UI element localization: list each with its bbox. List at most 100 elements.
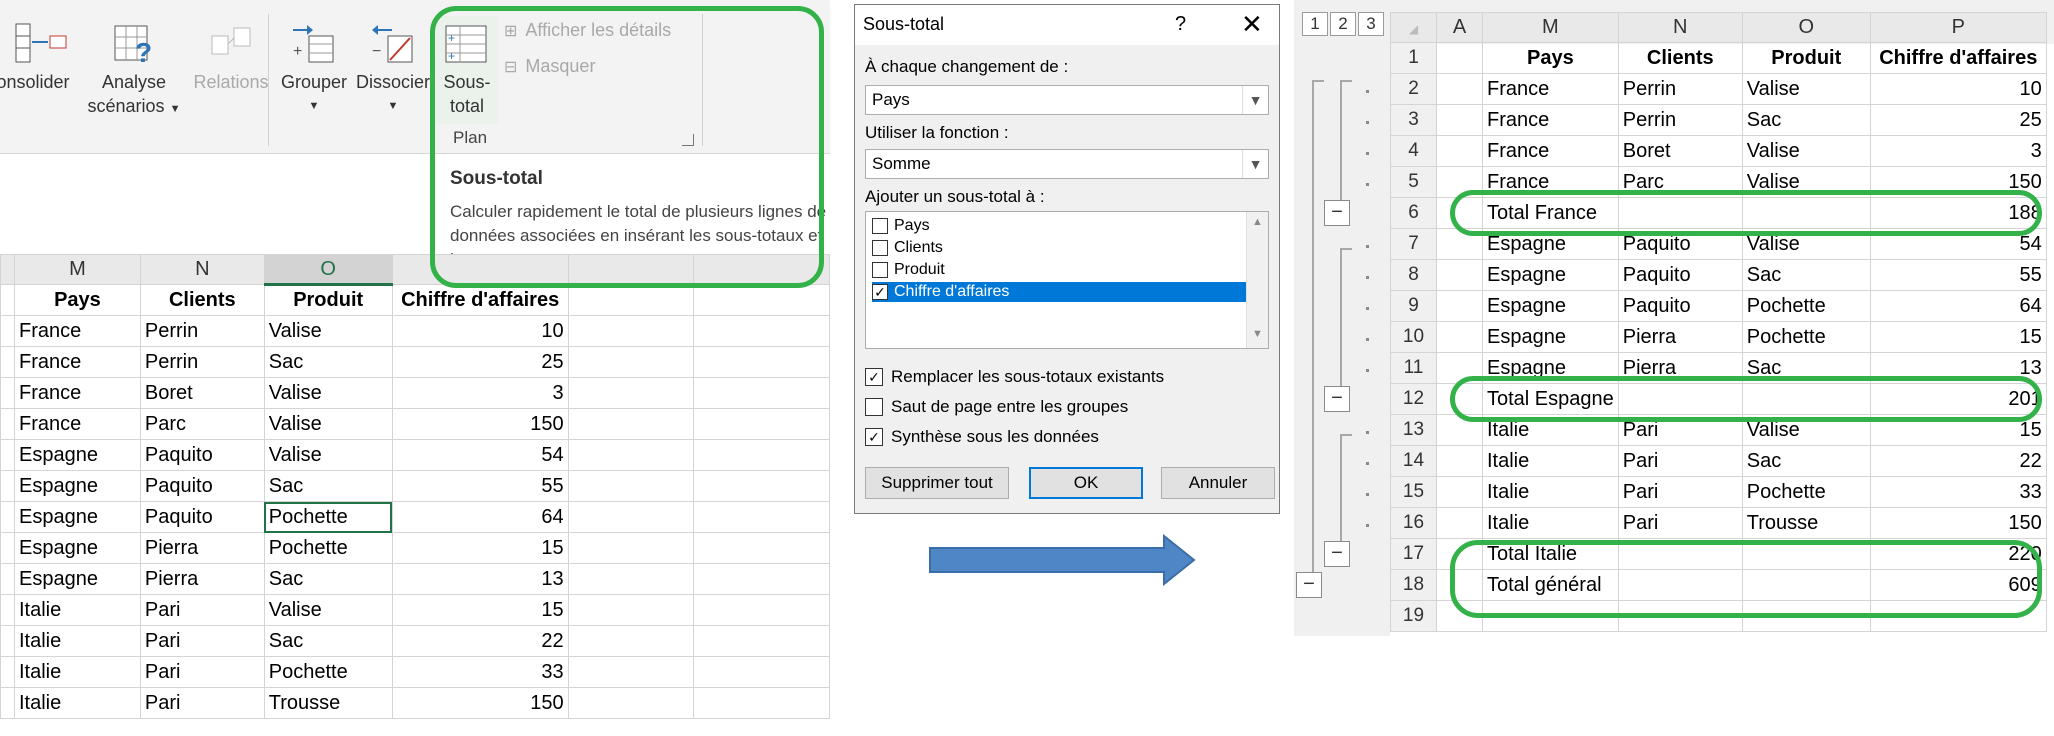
chevron-down-icon[interactable]: ▼ bbox=[1242, 150, 1268, 178]
cell[interactable] bbox=[693, 687, 830, 719]
cell[interactable] bbox=[1436, 321, 1483, 353]
cell[interactable] bbox=[693, 346, 830, 378]
cell[interactable]: 55 bbox=[1869, 259, 2047, 291]
cell[interactable]: Pierra bbox=[1617, 321, 1743, 353]
cell[interactable]: Paquito bbox=[1617, 290, 1743, 322]
cell[interactable] bbox=[567, 656, 695, 688]
column-header[interactable] bbox=[0, 254, 15, 285]
cell[interactable] bbox=[567, 284, 695, 316]
checkbox[interactable] bbox=[865, 398, 883, 416]
cell[interactable]: Perrin bbox=[139, 346, 265, 378]
list-scrollbar[interactable]: ▲ ▼ bbox=[1246, 212, 1268, 348]
column-header-n[interactable]: N bbox=[139, 254, 265, 285]
column-header-m[interactable]: M bbox=[1482, 12, 1619, 43]
header-cell[interactable]: Pays bbox=[13, 284, 141, 316]
page-break-option[interactable]: Saut de page entre les groupes bbox=[865, 397, 1128, 417]
cell[interactable]: 15 bbox=[391, 532, 569, 564]
cell[interactable] bbox=[1436, 73, 1483, 105]
ok-button[interactable]: OK bbox=[1029, 467, 1143, 499]
cell[interactable]: Espagne bbox=[1482, 321, 1619, 353]
cell[interactable]: France bbox=[1482, 73, 1619, 105]
replace-subtotals-option[interactable]: ✓ Remplacer les sous-totaux existants bbox=[865, 367, 1164, 387]
summary-below-option[interactable]: ✓ Synthèse sous les données bbox=[865, 427, 1099, 447]
cell[interactable]: Pari bbox=[139, 625, 265, 657]
row-header[interactable]: 9 bbox=[1390, 290, 1437, 322]
dissocier-button[interactable]: − Dissocier ▼ bbox=[352, 22, 434, 118]
list-item[interactable]: Clients bbox=[872, 238, 943, 258]
column-header-p[interactable]: P bbox=[1869, 12, 2047, 43]
checkbox[interactable] bbox=[872, 262, 888, 278]
header-cell[interactable]: Produit bbox=[263, 284, 393, 316]
cell[interactable]: 22 bbox=[391, 625, 569, 657]
cell[interactable]: 22 bbox=[1869, 445, 2047, 477]
cell[interactable]: Italie bbox=[13, 656, 141, 688]
cell[interactable]: Sac bbox=[263, 563, 393, 595]
cell[interactable] bbox=[693, 625, 830, 657]
cell[interactable] bbox=[0, 501, 15, 533]
outline-level-1-button[interactable]: 1 bbox=[1302, 12, 1328, 36]
checkbox-checked[interactable]: ✓ bbox=[865, 368, 883, 386]
cell[interactable] bbox=[1436, 507, 1483, 539]
row-header[interactable]: 19 bbox=[1390, 600, 1437, 632]
cell[interactable]: 25 bbox=[391, 346, 569, 378]
cell[interactable] bbox=[693, 439, 830, 471]
list-item[interactable]: Produit bbox=[872, 260, 945, 280]
cell[interactable]: Paquito bbox=[139, 501, 265, 533]
cell[interactable] bbox=[567, 563, 695, 595]
collapse-espagne-button[interactable]: − bbox=[1324, 386, 1350, 412]
cell[interactable]: Paquito bbox=[139, 439, 265, 471]
cell[interactable] bbox=[1436, 445, 1483, 477]
cell[interactable] bbox=[567, 346, 695, 378]
cell[interactable] bbox=[693, 594, 830, 626]
cell[interactable]: Valise bbox=[1741, 135, 1871, 167]
column-header-a[interactable]: A bbox=[1436, 12, 1483, 43]
cell[interactable] bbox=[0, 470, 15, 502]
cell[interactable] bbox=[693, 408, 830, 440]
cell[interactable]: Perrin bbox=[1617, 73, 1743, 105]
collapse-italie-button[interactable]: − bbox=[1324, 541, 1350, 567]
cell[interactable]: Pari bbox=[139, 687, 265, 719]
close-icon[interactable]: ✕ bbox=[1241, 9, 1263, 40]
list-item[interactable]: Pays bbox=[872, 216, 930, 236]
cell[interactable] bbox=[0, 625, 15, 657]
select-all-corner[interactable]: ◢ bbox=[1390, 12, 1437, 43]
cell[interactable]: Produit bbox=[1741, 42, 1871, 74]
row-header[interactable]: 18 bbox=[1390, 569, 1437, 601]
cell[interactable] bbox=[693, 470, 830, 502]
analyse-scenarios-button[interactable]: ? Analyse scénarios ▼ bbox=[84, 22, 184, 121]
cell[interactable] bbox=[1436, 104, 1483, 136]
cell[interactable]: Sac bbox=[1741, 445, 1871, 477]
row-header[interactable]: 14 bbox=[1390, 445, 1437, 477]
scroll-up-icon[interactable]: ▲ bbox=[1252, 216, 1263, 228]
row-header[interactable]: 16 bbox=[1390, 507, 1437, 539]
cell[interactable]: Espagne bbox=[1482, 290, 1619, 322]
cell[interactable]: 3 bbox=[1869, 135, 2047, 167]
cell[interactable]: Espagne bbox=[13, 439, 141, 471]
cell[interactable] bbox=[0, 656, 15, 688]
list-item-selected[interactable]: ✓ Chiffre d'affaires bbox=[872, 282, 1246, 302]
cell[interactable]: Valise bbox=[263, 408, 393, 440]
cell[interactable]: Pierra bbox=[139, 532, 265, 564]
row-header[interactable]: 1 bbox=[1390, 42, 1437, 74]
cell[interactable]: 13 bbox=[391, 563, 569, 595]
cell[interactable] bbox=[567, 377, 695, 409]
row-header[interactable]: 7 bbox=[1390, 228, 1437, 260]
cell[interactable]: Boret bbox=[139, 377, 265, 409]
collapse-all-button[interactable]: − bbox=[1296, 572, 1322, 598]
cell[interactable]: Pari bbox=[139, 594, 265, 626]
cell[interactable] bbox=[567, 315, 695, 347]
cell[interactable]: France bbox=[13, 408, 141, 440]
cell[interactable]: Pochette bbox=[263, 501, 393, 533]
cell[interactable]: Espagne bbox=[13, 532, 141, 564]
cell[interactable] bbox=[567, 439, 695, 471]
cell[interactable] bbox=[693, 656, 830, 688]
checkbox-checked[interactable]: ✓ bbox=[865, 428, 883, 446]
cell[interactable] bbox=[0, 377, 15, 409]
cell[interactable]: Espagne bbox=[1482, 259, 1619, 291]
cell[interactable]: Clients bbox=[1617, 42, 1743, 74]
row-header[interactable]: 13 bbox=[1390, 414, 1437, 446]
cell[interactable]: Pochette bbox=[263, 656, 393, 688]
cell[interactable]: Trousse bbox=[1741, 507, 1871, 539]
cell[interactable] bbox=[693, 501, 830, 533]
cell[interactable]: Pari bbox=[1617, 476, 1743, 508]
